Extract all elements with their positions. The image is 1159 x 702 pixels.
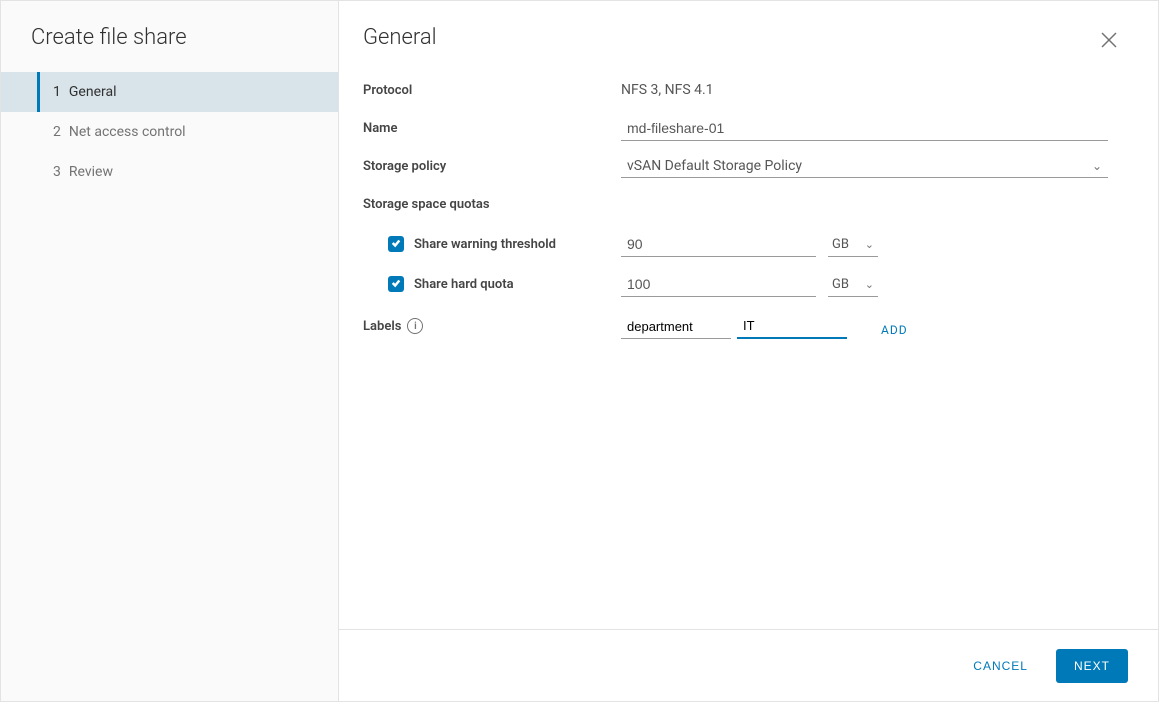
unit-value: GB: [832, 237, 849, 252]
step-num: 1: [53, 84, 61, 100]
step-label: General: [69, 84, 117, 100]
label-value-input[interactable]: [737, 314, 847, 339]
wizard-sidebar: Create file share 1 General 2 Net access c…: [1, 1, 339, 701]
name-input[interactable]: [621, 116, 1108, 141]
page-title: General: [363, 25, 1108, 50]
hard-quota-unit-select[interactable]: GB ⌄: [828, 273, 878, 297]
sidebar-title: Create file share: [1, 25, 338, 72]
chevron-down-icon: ⌄: [865, 238, 874, 251]
storage-policy-label: Storage policy: [363, 159, 621, 174]
check-icon: [391, 237, 401, 252]
close-icon: [1100, 37, 1118, 53]
info-icon[interactable]: i: [407, 318, 423, 334]
hard-quota-label: Share hard quota: [414, 277, 514, 292]
protocol-label: Protocol: [363, 83, 621, 98]
cancel-button[interactable]: CANCEL: [963, 651, 1038, 681]
warning-threshold-label: Share warning threshold: [414, 237, 556, 252]
step-label: Net access control: [69, 124, 186, 140]
name-label: Name: [363, 121, 621, 136]
warning-threshold-unit-select[interactable]: GB ⌄: [828, 233, 878, 257]
warning-threshold-input[interactable]: [621, 232, 816, 257]
protocol-value: NFS 3, NFS 4.1: [621, 82, 1108, 98]
step-num: 3: [53, 164, 61, 180]
main-panel: General Protocol NFS 3, NFS 4.1 Name Sto…: [339, 1, 1158, 701]
chevron-down-icon: ⌄: [1092, 159, 1102, 173]
storage-quota-header: Storage space quotas: [363, 197, 490, 212]
labels-label: Labels: [363, 319, 401, 334]
step-num: 2: [53, 124, 61, 140]
step-net-access-control[interactable]: 2 Net access control: [1, 112, 338, 152]
step-review[interactable]: 3 Review: [1, 152, 338, 192]
chevron-down-icon: ⌄: [865, 278, 874, 291]
next-button[interactable]: NEXT: [1056, 649, 1128, 683]
step-label: Review: [69, 164, 113, 180]
dialog-footer: CANCEL NEXT: [339, 629, 1158, 701]
warning-threshold-checkbox[interactable]: [388, 236, 404, 252]
label-key-input[interactable]: [621, 315, 731, 339]
add-label-button[interactable]: ADD: [881, 323, 908, 339]
hard-quota-input[interactable]: [621, 272, 816, 297]
hard-quota-checkbox[interactable]: [388, 276, 404, 292]
check-icon: [391, 277, 401, 292]
step-general[interactable]: 1 General: [1, 72, 338, 112]
close-button[interactable]: [1100, 31, 1118, 53]
unit-value: GB: [832, 277, 849, 292]
create-file-share-dialog: Create file share 1 General 2 Net access c…: [0, 0, 1159, 702]
storage-policy-value: vSAN Default Storage Policy: [627, 158, 802, 174]
storage-policy-select[interactable]: vSAN Default Storage Policy ⌄: [621, 155, 1108, 178]
